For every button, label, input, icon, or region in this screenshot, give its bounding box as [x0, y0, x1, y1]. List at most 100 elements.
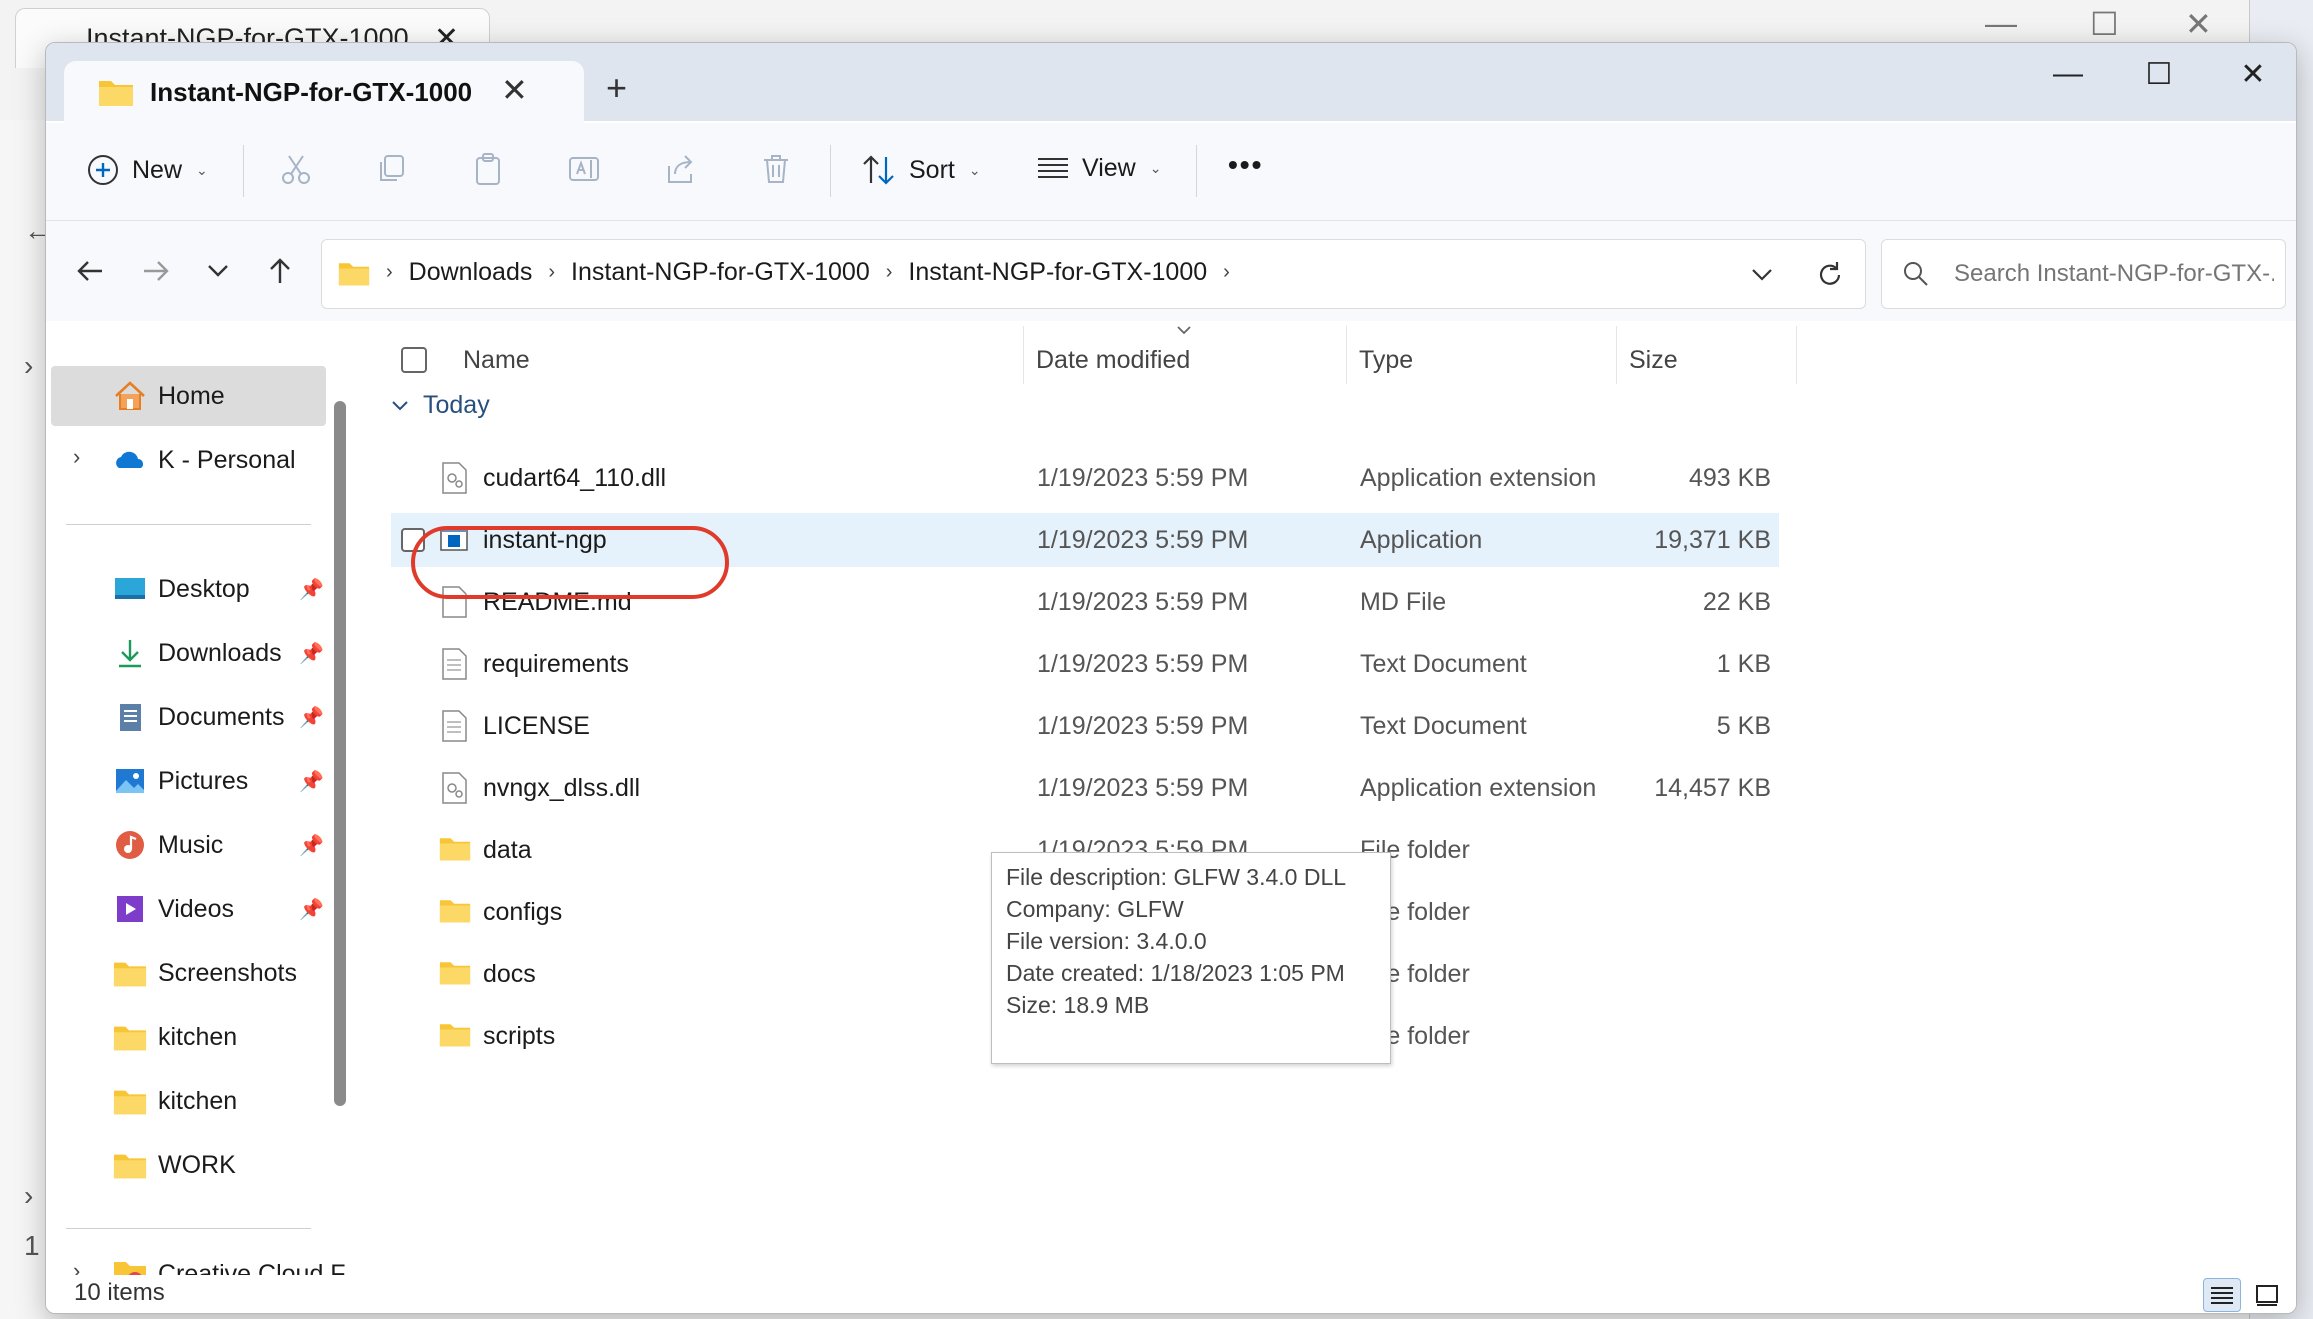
forward-button[interactable] [136, 251, 176, 291]
close-tab-icon[interactable]: ✕ [501, 71, 528, 109]
minimize-icon[interactable]: — [1985, 5, 2017, 42]
close-button[interactable]: ✕ [2228, 57, 2278, 92]
toolbar-divider [1196, 145, 1197, 197]
pin-icon[interactable]: 📌 [299, 577, 324, 602]
file-row[interactable]: requirements 1/19/2023 5:59 PM Text Docume… [391, 637, 1779, 691]
videos-icon [117, 896, 143, 922]
file-tooltip: File description: GLFW 3.4.0 DLL Company… [991, 852, 1391, 1064]
sort-icon [863, 155, 894, 185]
sidebar-item-documents[interactable]: Documents 📌 [51, 687, 326, 747]
music-icon [116, 831, 144, 859]
more-options-button[interactable]: ••• [1228, 149, 1263, 181]
up-button[interactable] [260, 251, 300, 291]
maximize-icon[interactable]: ☐ [2090, 5, 2119, 43]
group-header-today[interactable]: Today [391, 391, 490, 420]
back-button[interactable] [70, 251, 110, 291]
column-divider[interactable] [1023, 326, 1024, 384]
cut-icon[interactable] [276, 149, 316, 189]
sidebar-item-pictures[interactable]: Pictures 📌 [51, 751, 326, 811]
share-icon[interactable] [660, 149, 700, 189]
close-icon[interactable]: ✕ [2185, 5, 2212, 43]
chevron-right-icon[interactable]: › [886, 261, 893, 284]
column-divider[interactable] [1616, 326, 1617, 384]
pin-icon[interactable]: 📌 [299, 897, 324, 922]
pin-icon[interactable]: 📌 [299, 769, 324, 794]
file-row[interactable]: cudart64_110.dll 1/19/2023 5:59 PM Applica… [391, 451, 1779, 505]
address-history-dropdown-icon[interactable] [1751, 268, 1773, 282]
pin-icon[interactable]: 📌 [299, 833, 324, 858]
file-date-modified: 1/19/2023 5:59 PM [1037, 588, 1249, 616]
breadcrumb-downloads[interactable]: Downloads [409, 258, 533, 287]
details-view-button[interactable] [2203, 1278, 2241, 1312]
paste-icon[interactable] [468, 149, 508, 189]
sidebar-item-home[interactable]: Home [51, 366, 326, 426]
onedrive-cloud-icon [116, 451, 143, 468]
folder-icon [439, 1020, 471, 1052]
column-header-date-modified[interactable]: Date modified [1036, 335, 1190, 385]
column-header-type[interactable]: Type [1359, 335, 1413, 385]
chevron-right-icon[interactable]: › [548, 261, 555, 284]
copy-icon[interactable] [372, 149, 412, 189]
delete-icon[interactable] [756, 149, 796, 189]
tiles-view-button[interactable] [2248, 1278, 2286, 1312]
new-button[interactable]: New ⌄ [86, 153, 208, 187]
sidebar-item-videos[interactable]: Videos 📌 [51, 879, 326, 939]
minimize-button[interactable]: — [2043, 57, 2093, 91]
tiles-view-icon [2256, 1285, 2278, 1306]
file-size: 19,371 KB [1654, 526, 1771, 554]
navigation-bar: › Downloads › Instant-NGP-for-GTX-1000 ›… [46, 221, 2296, 321]
pin-icon[interactable]: 📌 [299, 641, 324, 666]
file-name: data [483, 836, 532, 864]
text-file-icon [439, 710, 469, 742]
folder-icon [439, 834, 471, 866]
sidebar-item-downloads[interactable]: Downloads 📌 [51, 623, 326, 683]
tab-instant-ngp[interactable]: Instant-NGP-for-GTX-1000 ✕ [64, 61, 584, 123]
chevron-right-icon[interactable]: › [73, 444, 80, 470]
sort-button[interactable]: Sort ⌄ [861, 153, 981, 187]
file-size: 1 KB [1716, 650, 1771, 678]
folder-icon [113, 1026, 147, 1051]
breadcrumb-instant-ngp-current[interactable]: Instant-NGP-for-GTX-1000 [908, 258, 1207, 287]
chevron-down-icon: ⌄ [1149, 159, 1162, 176]
search-input[interactable] [1954, 252, 2274, 296]
sidebar-item-creative-cloud[interactable]: › Creative Cloud F [51, 1244, 346, 1276]
desktop-icon [115, 578, 145, 599]
group-label: Today [423, 391, 490, 419]
sidebar-item-kitchen-2[interactable]: kitchen [51, 1071, 326, 1131]
chevron-right-icon[interactable]: › [73, 1258, 80, 1276]
column-header-name[interactable]: Name [463, 335, 530, 385]
pin-icon[interactable]: 📌 [299, 705, 324, 730]
address-bar[interactable]: › Downloads › Instant-NGP-for-GTX-1000 ›… [321, 239, 1866, 309]
sidebar-item-label: kitchen [158, 1022, 238, 1051]
text-file-icon [439, 648, 469, 680]
sidebar-item-screenshots[interactable]: Screenshots [51, 943, 326, 1003]
chevron-right-icon[interactable]: › [1223, 261, 1230, 284]
maximize-button[interactable]: ☐ [2134, 57, 2184, 92]
new-tab-button[interactable]: + [606, 67, 627, 109]
breadcrumb-instant-ngp-parent[interactable]: Instant-NGP-for-GTX-1000 [571, 258, 870, 287]
file-name: scripts [483, 1022, 556, 1050]
sidebar-item-work[interactable]: WORK [51, 1135, 326, 1195]
file-row[interactable]: LICENSE 1/19/2023 5:59 PM Text Document 5 K… [391, 699, 1779, 753]
view-button[interactable]: View ⌄ [1036, 153, 1161, 183]
column-divider[interactable] [1796, 326, 1797, 384]
sidebar-item-music[interactable]: Music 📌 [51, 815, 326, 875]
file-size: 493 KB [1688, 464, 1771, 492]
file-name: cudart64_110.dll [483, 464, 667, 492]
refresh-icon[interactable] [1815, 260, 1845, 290]
search-box[interactable] [1881, 239, 2286, 309]
rename-icon[interactable] [564, 149, 604, 189]
sidebar-item-onedrive[interactable]: › K - Personal [51, 430, 326, 490]
file-type: Application extension [1360, 774, 1597, 802]
column-divider[interactable] [1346, 326, 1347, 384]
sidebar-item-kitchen[interactable]: kitchen [51, 1007, 326, 1067]
sidebar-item-label: Creative Cloud F [158, 1259, 346, 1277]
column-header-size[interactable]: Size [1629, 335, 1678, 385]
tooltip-size: Size: 18.9 MB [1006, 992, 1150, 1018]
sidebar-scrollbar[interactable] [334, 401, 346, 1106]
file-row[interactable]: nvngx_dlss.dll 1/19/2023 5:59 PM Applicati… [391, 761, 1779, 815]
sidebar-item-desktop[interactable]: Desktop 📌 [51, 559, 326, 619]
recent-locations-button[interactable] [198, 251, 238, 291]
select-all-checkbox[interactable] [401, 335, 427, 385]
folder-icon [113, 1154, 147, 1179]
